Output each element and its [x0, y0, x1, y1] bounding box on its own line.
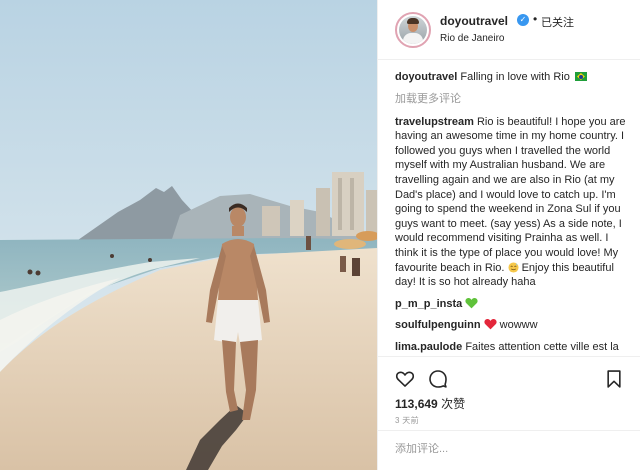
post-header: doyoutravel ✓ • 已关注 Rio de Janeiro: [378, 0, 640, 60]
comment-item: p_m_p_insta: [395, 297, 631, 312]
post-actions: 113,649 次赞 3 天前: [378, 356, 640, 470]
avatar-shirt: [403, 33, 423, 44]
post-details-panel: doyoutravel ✓ • 已关注 Rio de Janeiro doyou…: [377, 0, 640, 470]
likes-number: 113,649: [395, 397, 438, 411]
post-photo[interactable]: [0, 0, 377, 470]
like-heart-icon[interactable]: [395, 369, 415, 389]
header-separator: •: [533, 12, 538, 26]
caption-text: Falling in love with Rio: [460, 71, 570, 83]
green-heart-icon: [465, 297, 478, 309]
smiling-sweat-emoji-icon: [507, 261, 519, 273]
red-heart-icon: [484, 319, 497, 330]
avatar-hair: [407, 18, 419, 24]
comment-item: lima.paulode Faites attention cette vill…: [395, 340, 631, 356]
comment-username[interactable]: soulfulpenguinn: [395, 319, 481, 331]
comment-bubble-icon[interactable]: [428, 369, 448, 389]
add-comment-input[interactable]: [395, 443, 595, 455]
load-more-comments-link[interactable]: 加载更多评论: [395, 90, 631, 106]
comment-username[interactable]: p_m_p_insta: [395, 298, 462, 310]
avatar-image: [399, 16, 427, 44]
post-timestamp[interactable]: 3 天前: [395, 415, 419, 426]
verified-badge-icon: ✓: [517, 14, 529, 26]
comment-username[interactable]: travelupstream: [395, 116, 474, 128]
beach-photo: [0, 0, 377, 470]
comment-item: soulfulpenguinn wowww: [395, 318, 631, 333]
likes-label: 次赞: [441, 397, 466, 411]
brazil-flag-icon: [574, 72, 587, 81]
follow-status-button[interactable]: 已关注: [541, 14, 574, 30]
comment-username[interactable]: lima.paulode: [395, 341, 462, 353]
location-link[interactable]: Rio de Janeiro: [440, 33, 504, 44]
comment-item: travelupstream Rio is beautiful! I hope …: [395, 115, 631, 290]
comments-list[interactable]: doyoutravel Falling in love with Rio 加载更…: [395, 70, 631, 356]
likes-count[interactable]: 113,649 次赞: [395, 395, 465, 412]
comment-text: wowww: [499, 319, 538, 332]
instagram-post: doyoutravel ✓ • 已关注 Rio de Janeiro doyou…: [0, 0, 640, 470]
username-link[interactable]: doyoutravel: [440, 14, 508, 28]
bookmark-icon[interactable]: [604, 369, 624, 389]
caption: doyoutravel Falling in love with Rio: [395, 70, 631, 85]
avatar[interactable]: [395, 12, 431, 48]
comment-text: Rio is beautiful! I hope you are having …: [395, 115, 626, 274]
add-comment-bar: [378, 430, 640, 470]
caption-username[interactable]: doyoutravel: [395, 71, 457, 83]
